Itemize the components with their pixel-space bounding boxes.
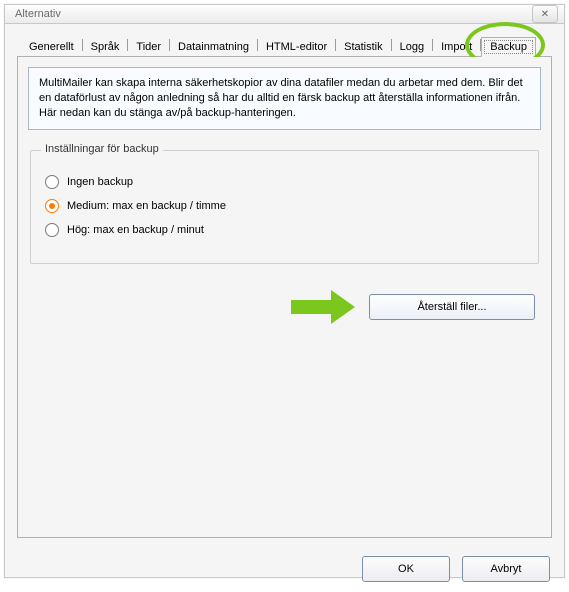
tab-sprak[interactable]: Språk [83, 38, 128, 56]
tab-statistik[interactable]: Statistik [336, 38, 391, 56]
radio-icon [45, 175, 59, 189]
radio-label: Ingen backup [67, 176, 133, 188]
radio-icon [45, 199, 59, 213]
tab-tider[interactable]: Tider [128, 38, 169, 56]
tab-panel-backup: MultiMailer kan skapa interna säkerhetsk… [17, 57, 552, 538]
tab-generellt[interactable]: Generellt [21, 38, 82, 56]
cancel-button-label: Avbryt [491, 563, 522, 575]
restore-button-label: Återställ filer... [417, 301, 486, 313]
tab-logg[interactable]: Logg [392, 38, 432, 56]
close-button[interactable]: ✕ [532, 5, 558, 23]
ok-button[interactable]: OK [362, 556, 450, 582]
dialog-content: Generellt Språk Tider Datainmatning HTML… [5, 24, 564, 546]
restore-button[interactable]: Återställ filer... [369, 294, 535, 320]
info-box: MultiMailer kan skapa interna säkerhetsk… [28, 67, 541, 130]
tabs: Generellt Språk Tider Datainmatning HTML… [21, 34, 552, 56]
radio-label: Medium: max en backup / timme [67, 200, 226, 212]
restore-row: Återställ filer... [28, 290, 541, 324]
ok-button-label: OK [398, 563, 414, 575]
group-legend: Inställningar för backup [41, 143, 163, 155]
radio-option-medium[interactable]: Medium: max en backup / timme [45, 199, 524, 213]
tab-backup[interactable]: Backup [481, 37, 536, 57]
tab-html-editor[interactable]: HTML-editor [258, 38, 335, 56]
radio-option-high[interactable]: Hög: max en backup / minut [45, 223, 524, 237]
close-icon: ✕ [541, 9, 549, 20]
tab-datainmatning[interactable]: Datainmatning [170, 38, 257, 56]
dialog-window: Alternativ ✕ Generellt Språk Tider Datai… [4, 4, 565, 578]
info-text: MultiMailer kan skapa interna säkerhetsk… [39, 77, 523, 119]
cancel-button[interactable]: Avbryt [462, 556, 550, 582]
radio-label: Hög: max en backup / minut [67, 224, 204, 236]
title-bar: Alternativ ✕ [5, 5, 564, 24]
radio-icon [45, 223, 59, 237]
tab-strip: Generellt Språk Tider Datainmatning HTML… [17, 34, 552, 57]
radio-option-none[interactable]: Ingen backup [45, 175, 524, 189]
backup-settings-group: Inställningar för backup Ingen backup Me… [30, 150, 539, 264]
tab-import[interactable]: Import [433, 38, 480, 56]
window-title: Alternativ [15, 8, 61, 20]
annotation-arrow-icon [291, 290, 355, 324]
dialog-button-row: OK Avbryt [5, 546, 564, 592]
